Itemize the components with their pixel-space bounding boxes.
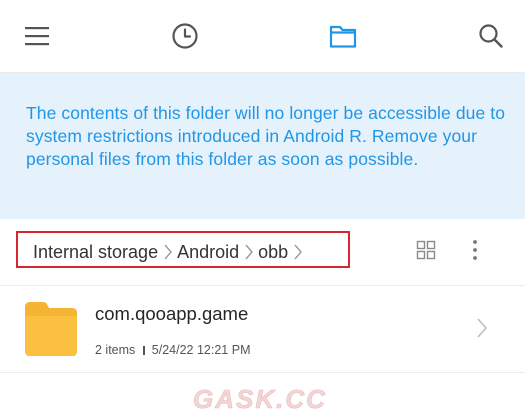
- files-tab[interactable]: [319, 12, 367, 60]
- clock-icon: [172, 23, 198, 49]
- folder-icon: [25, 302, 77, 356]
- restriction-notice: The contents of this folder will no long…: [0, 73, 525, 219]
- breadcrumb-bar: Internal storage Android obb: [0, 219, 525, 286]
- breadcrumb: Internal storage Android obb: [33, 240, 307, 264]
- meta-divider: [143, 345, 145, 355]
- chevron-right-icon: [164, 244, 173, 260]
- recent-tab[interactable]: [161, 12, 209, 60]
- svg-text:GASK.CC: GASK.CC: [193, 384, 327, 414]
- breadcrumb-item-obb[interactable]: obb: [258, 242, 288, 263]
- grid-view-icon: [416, 240, 436, 260]
- grid-view-button[interactable]: [408, 232, 444, 268]
- menu-icon: [25, 27, 49, 46]
- modified-date: 5/24/22 12:21 PM: [151, 343, 251, 357]
- folder-icon: [329, 25, 357, 48]
- top-toolbar: [0, 0, 525, 73]
- menu-button[interactable]: [13, 12, 61, 60]
- chevron-right-icon: [294, 244, 303, 260]
- more-options-button[interactable]: [457, 232, 493, 268]
- breadcrumb-item-android[interactable]: Android: [177, 242, 239, 263]
- more-vertical-icon: [473, 240, 477, 260]
- watermark-logo: GASK.CC: [193, 384, 327, 414]
- chevron-right-icon: [245, 244, 254, 260]
- chevron-right-icon: [477, 318, 488, 338]
- file-meta: 2 items 5/24/22 12:21 PM: [95, 343, 250, 357]
- item-count: 2 items: [95, 343, 136, 357]
- file-name: com.qooapp.game: [95, 303, 249, 324]
- search-button[interactable]: [467, 12, 515, 60]
- breadcrumb-item-internal-storage[interactable]: Internal storage: [33, 242, 158, 263]
- list-item[interactable]: com.qooapp.game 2 items 5/24/22 12:21 PM: [0, 286, 525, 373]
- search-icon: [479, 24, 503, 48]
- notice-text: The contents of this folder will no long…: [26, 103, 506, 169]
